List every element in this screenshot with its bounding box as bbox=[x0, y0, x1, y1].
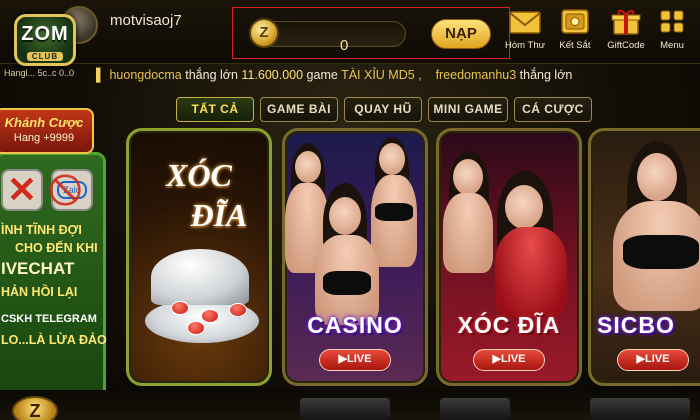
chip-graphic bbox=[187, 321, 205, 335]
game-card-casino[interactable]: CASINO ▶LIVE bbox=[282, 128, 428, 386]
bottom-coin-icon[interactable]: Z bbox=[12, 396, 58, 420]
mail-icon bbox=[509, 11, 541, 34]
ticker-name: huongdocma bbox=[109, 68, 182, 82]
safe-label: Kết Sắt bbox=[559, 40, 591, 51]
game-card-sicbo[interactable]: SICBO ▶LIVE bbox=[588, 128, 700, 386]
dealer-figure bbox=[495, 227, 567, 317]
menu-label: Menu bbox=[660, 40, 684, 51]
dealer-figure bbox=[443, 193, 493, 273]
user-id-text: Hangl... 5c..c 0..0 bbox=[4, 68, 75, 78]
gift-icon bbox=[611, 9, 641, 35]
card-label: XÓC ĐĨA bbox=[457, 312, 561, 338]
promo-banner: Khánh Cược Hang +9999 bbox=[0, 108, 94, 154]
promo-line: LO...LÀ LỪA ĐẢO bbox=[1, 333, 107, 347]
top-bar: motvisaoj7 0 Z NẠP Hòm Thư Kết Sắt GiftC… bbox=[0, 0, 700, 64]
mail-button[interactable]: Hòm Thư bbox=[503, 8, 547, 51]
filter-slots[interactable]: QUAY HŨ bbox=[344, 97, 422, 122]
giftcode-button[interactable]: GiftCode bbox=[604, 8, 648, 51]
bottom-game-thumb[interactable] bbox=[590, 398, 690, 420]
no-chat-icon: ✕ bbox=[1, 169, 43, 211]
bowl-graphic bbox=[151, 249, 249, 305]
filter-mini-games[interactable]: MINI GAME bbox=[428, 97, 508, 122]
chip-graphic bbox=[201, 309, 219, 323]
card-title-bottom: ĐĨA bbox=[190, 197, 248, 233]
bottom-game-thumb[interactable] bbox=[300, 398, 390, 420]
dealer-figure bbox=[371, 175, 417, 267]
dealer-figure bbox=[295, 151, 321, 183]
bottom-game-thumb[interactable] bbox=[440, 398, 510, 420]
no-zalo-icon: Zalo ⃠ bbox=[51, 169, 93, 211]
promo-banner-title: Khánh Cược bbox=[4, 115, 84, 130]
dealer-figure bbox=[329, 197, 361, 235]
dealer-figure bbox=[505, 185, 543, 229]
game-card-xoc-dia[interactable]: XÓC ĐĨA bbox=[126, 128, 272, 386]
card-label: CASINO bbox=[307, 312, 403, 338]
game-lobby: motvisaoj7 0 Z NẠP Hòm Thư Kết Sắt GiftC… bbox=[0, 0, 700, 420]
zomclub-logo[interactable]: ZOM CLUB bbox=[14, 14, 76, 66]
dealer-figure bbox=[323, 271, 371, 295]
promo-line: CSKH TELEGRAM bbox=[1, 313, 97, 325]
promo-line: ÌNH TĨNH ĐỢI bbox=[1, 223, 82, 237]
logo-subtext: CLUB bbox=[26, 52, 64, 61]
username: motvisaoj7 bbox=[110, 12, 182, 29]
live-button[interactable]: ▶LIVE bbox=[617, 349, 689, 371]
card-label: SICBO bbox=[597, 312, 675, 338]
safe-icon bbox=[561, 9, 589, 34]
menu-button[interactable]: Menu bbox=[650, 8, 694, 51]
chip-graphic bbox=[171, 301, 189, 315]
ticker-name: freedomanhu3 bbox=[435, 68, 517, 82]
balance-highlight: 0 Z NẠP bbox=[232, 7, 510, 59]
filter-all[interactable]: TẤT CẢ bbox=[176, 97, 254, 122]
live-button[interactable]: ▶LIVE bbox=[473, 349, 545, 371]
filter-card-games[interactable]: GAME BÀI bbox=[260, 97, 338, 122]
menu-icon bbox=[660, 10, 684, 33]
live-button[interactable]: ▶LIVE bbox=[319, 349, 391, 371]
promo-line: CHO ĐẾN KHI bbox=[15, 241, 98, 255]
deposit-button[interactable]: NẠP bbox=[431, 19, 491, 49]
card-title-top: XÓC bbox=[166, 157, 232, 193]
speaker-icon: ▌ bbox=[96, 68, 105, 82]
promo-banner-sub: Hang +9999 bbox=[13, 132, 75, 144]
logo-text: ZOM bbox=[21, 23, 69, 45]
coin-icon: Z bbox=[249, 18, 279, 48]
game-card-xoc-dia-live[interactable]: XÓC ĐĨA ▶LIVE bbox=[436, 128, 582, 386]
ticker-amount: 11.600.000 bbox=[241, 68, 304, 82]
dealer-figure bbox=[375, 203, 413, 221]
dealer-figure bbox=[623, 235, 699, 269]
promo-line: IVECHAT bbox=[1, 259, 75, 278]
filter-betting[interactable]: CÁ CƯỢC bbox=[514, 97, 592, 122]
giftcode-label: GiftCode bbox=[607, 40, 645, 51]
safe-button[interactable]: Kết Sắt bbox=[553, 8, 597, 51]
promo-panel[interactable]: ✕ Zalo ⃠ ÌNH TĨNH ĐỢI CHO ĐẾN KHI IVECHA… bbox=[0, 108, 112, 420]
dealer-figure bbox=[637, 153, 677, 201]
ticker-suffix: game bbox=[306, 68, 338, 82]
mail-label: Hòm Thư bbox=[505, 40, 545, 51]
balance-value: 0 bbox=[340, 37, 349, 54]
promo-line: HẢN HỒI LẠI bbox=[1, 285, 78, 299]
winner-ticker: ▌ huongdocma thắng lớn 11.600.000 game T… bbox=[96, 64, 656, 86]
promo-card: ✕ Zalo ⃠ ÌNH TĨNH ĐỢI CHO ĐẾN KHI IVECHA… bbox=[0, 152, 107, 420]
dealer-figure bbox=[453, 159, 483, 195]
ticker-text: thắng lớn bbox=[185, 68, 238, 82]
dealer-figure bbox=[379, 143, 405, 175]
ticker-game: TÀI XỈU MD5 , bbox=[341, 68, 422, 82]
chip-graphic bbox=[229, 303, 247, 317]
ticker-text: thắng lớn bbox=[519, 68, 573, 82]
